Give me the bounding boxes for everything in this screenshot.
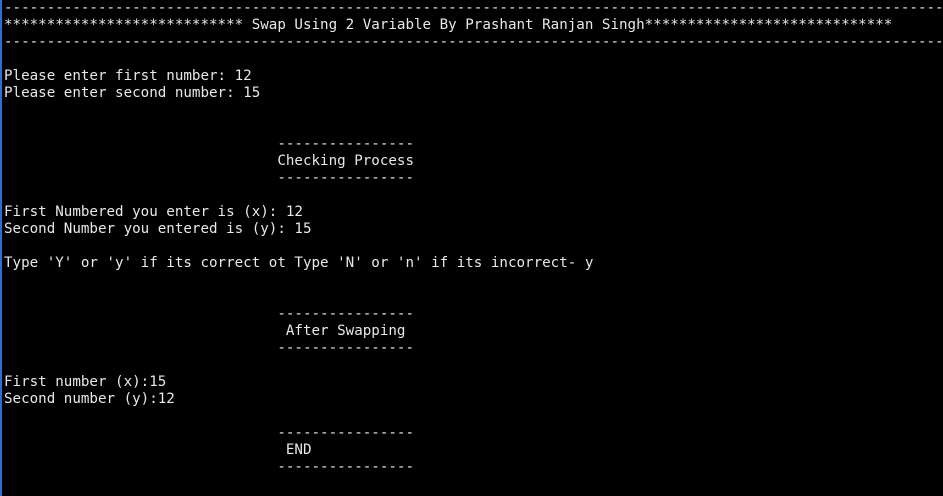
- after-rule-bottom: ----------------: [4, 340, 414, 356]
- checking-heading: Checking Process: [4, 153, 414, 169]
- result-first-number: First number (x):15: [4, 374, 167, 390]
- prompt-second-number: Please enter second number: 15: [4, 85, 261, 101]
- end-rule-top: ----------------: [4, 425, 414, 441]
- end-heading: END: [4, 442, 312, 458]
- title-line: **************************** Swap Using …: [4, 17, 893, 33]
- entered-second-number: Second Number you entered is (y): 15: [4, 221, 312, 237]
- checking-rule-bottom: ----------------: [4, 170, 414, 186]
- end-rule-bottom: ----------------: [4, 459, 414, 475]
- checking-rule-top: ----------------: [4, 136, 414, 152]
- title-rule: ----------------------------------------…: [4, 34, 943, 50]
- result-second-number: Second number (y):12: [4, 391, 175, 407]
- confirm-prompt: Type 'Y' or 'y' if its correct ot Type '…: [4, 255, 594, 271]
- after-rule-top: ----------------: [4, 306, 414, 322]
- console-window[interactable]: ---------------- ---------------- --------…: [0, 0, 943, 496]
- prompt-first-number: Please enter first number: 12: [4, 68, 252, 84]
- top-rule: ----------------------------------------…: [4, 0, 943, 16]
- entered-first-number: First Numbered you enter is (x): 12: [4, 204, 303, 220]
- after-swapping-heading: After Swapping: [4, 323, 406, 339]
